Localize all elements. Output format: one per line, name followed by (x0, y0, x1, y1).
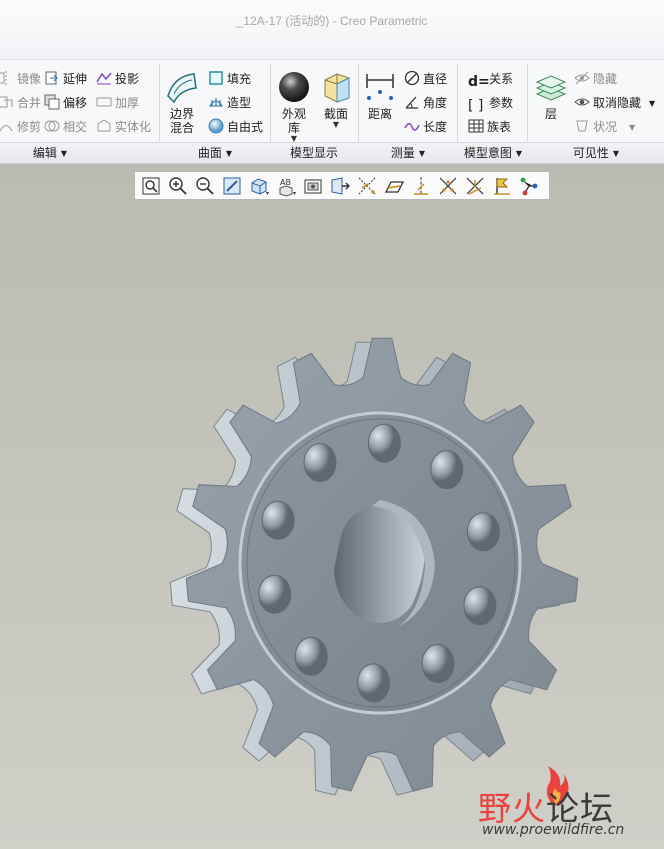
boundary-blend-button[interactable]: 边界 混合 (162, 70, 202, 135)
annotation-display-icon[interactable] (490, 174, 514, 198)
tab-surfaces[interactable]: 曲面 ▼ (160, 143, 270, 164)
title-bar: _12A-17 (活动的) - Creo Parametric (0, 0, 664, 60)
tab-visibility[interactable]: 可见性 ▼ (528, 143, 664, 164)
fill-icon (208, 70, 224, 86)
diameter-button[interactable]: 直径 (404, 68, 447, 90)
family-table-icon (468, 118, 484, 134)
axis-display-icon[interactable] (409, 174, 433, 198)
spin-center-icon[interactable] (517, 174, 541, 198)
zoom-out-icon[interactable] (193, 174, 217, 198)
relations-button[interactable]: d=关系 (468, 68, 513, 90)
dropdown-arrow-icon: ▼ (225, 149, 233, 158)
dropdown-arrow-icon: ▼ (418, 149, 426, 158)
length-icon (404, 118, 420, 134)
fill-button[interactable]: 填充 (208, 68, 251, 90)
tab-measure[interactable]: 测量 ▼ (358, 143, 458, 164)
extend-icon (44, 70, 60, 86)
tab-model-intent[interactable]: 模型意图 ▼ (458, 143, 528, 164)
extend-button[interactable]: 延伸 (44, 68, 87, 90)
trim-icon (0, 118, 14, 134)
layers-button[interactable]: 层 (532, 74, 570, 121)
sprocket-model[interactable] (150, 320, 590, 820)
project-icon (96, 70, 112, 86)
tab-edit[interactable]: 编辑 ▼ (0, 143, 100, 164)
angle-button[interactable]: 角度 (404, 92, 447, 114)
bolt-hole (258, 574, 292, 614)
trim-button[interactable]: 修剪 (0, 116, 41, 138)
freestyle-icon (208, 118, 224, 134)
appearance-gallery-button[interactable]: 外观 库 ▼ (274, 70, 314, 143)
unhide-button[interactable]: 取消隐藏 ▼ (574, 92, 655, 114)
unhide-eye-icon (574, 94, 590, 110)
distance-icon (366, 74, 394, 100)
bolt-hole (357, 663, 391, 703)
csys-display-icon[interactable] (463, 174, 487, 198)
point-display-icon[interactable] (436, 174, 460, 198)
offset-button[interactable]: 偏移 (44, 92, 87, 114)
bolt-hole (303, 443, 337, 482)
hide-eye-icon (574, 70, 590, 86)
dropdown-arrow-icon: ▼ (515, 149, 523, 158)
project-button[interactable]: 投影 (96, 68, 139, 90)
thicken-button[interactable]: 加厚 (96, 92, 139, 114)
ribbon-group-tabs: 编辑 ▼ 曲面 ▼ 模型显示 测量 ▼ 模型意图 ▼ 可见性 ▼ (0, 142, 664, 164)
merge-button[interactable]: 合并 (0, 92, 41, 114)
dropdown-arrow-icon: ▼ (612, 149, 620, 158)
plane-display-icon[interactable] (382, 174, 406, 198)
perspective-view-icon[interactable] (328, 174, 352, 198)
hide-button[interactable]: 隐藏 (574, 68, 617, 90)
style-button[interactable]: 造型 (208, 92, 251, 114)
status-icon (574, 118, 590, 134)
zoom-in-icon[interactable] (166, 174, 190, 198)
bolt-hole (367, 423, 401, 463)
dropdown-arrow-icon[interactable]: ▼ (629, 123, 635, 132)
window-title: _12A-17 (活动的) - Creo Parametric (236, 14, 428, 28)
parameters-icon: [ ] (468, 98, 484, 114)
in-graphics-toolbar: AB (134, 171, 550, 200)
bolt-hole (294, 636, 328, 676)
bolt-hole (421, 644, 455, 683)
thicken-icon (96, 94, 112, 110)
family-table-button[interactable]: 族表 (468, 116, 511, 138)
section-button[interactable]: 截面 ▼ (316, 70, 356, 129)
intersect-button[interactable]: 相交 (44, 116, 87, 138)
datum-display-icon[interactable] (355, 174, 379, 198)
view-manager-icon[interactable] (301, 174, 325, 198)
saved-orientations-icon[interactable]: AB (274, 174, 298, 198)
mirror-button[interactable]: 镜像 (0, 68, 41, 90)
intersect-icon (44, 118, 60, 134)
dropdown-arrow-icon[interactable]: ▼ (649, 99, 655, 108)
solidify-icon (96, 118, 112, 134)
section-icon (324, 73, 350, 103)
angle-icon (404, 94, 420, 110)
bolt-hole (463, 586, 497, 626)
diameter-icon (404, 70, 420, 86)
solidify-button[interactable]: 实体化 (96, 116, 151, 138)
mirror-icon (0, 70, 14, 86)
status-button[interactable]: 状况 ▼ (574, 116, 635, 138)
bolt-hole (430, 450, 464, 490)
dropdown-arrow-icon[interactable]: ▼ (316, 121, 356, 129)
offset-icon (44, 94, 60, 110)
parameters-button[interactable]: [ ] 参数 (468, 92, 513, 114)
repaint-icon[interactable] (220, 174, 244, 198)
relations-icon: d= (468, 74, 490, 90)
freestyle-button[interactable]: 自由式 (208, 116, 263, 138)
tab-model-display[interactable]: 模型显示 (270, 143, 358, 164)
layers-icon (535, 75, 567, 101)
refit-icon[interactable] (139, 174, 163, 198)
distance-button[interactable]: 距离 (361, 70, 399, 121)
dropdown-arrow-icon: ▼ (60, 149, 68, 158)
style-icon (208, 94, 224, 110)
bolt-hole (466, 512, 500, 552)
watermark-url: www.proewildfire.cn (482, 822, 625, 838)
boundary-blend-icon (167, 73, 197, 104)
appearance-sphere-icon (279, 72, 309, 102)
bolt-hole (261, 500, 295, 540)
length-button[interactable]: 长度 (404, 116, 447, 138)
display-style-icon[interactable] (247, 174, 271, 198)
merge-icon (0, 94, 14, 110)
